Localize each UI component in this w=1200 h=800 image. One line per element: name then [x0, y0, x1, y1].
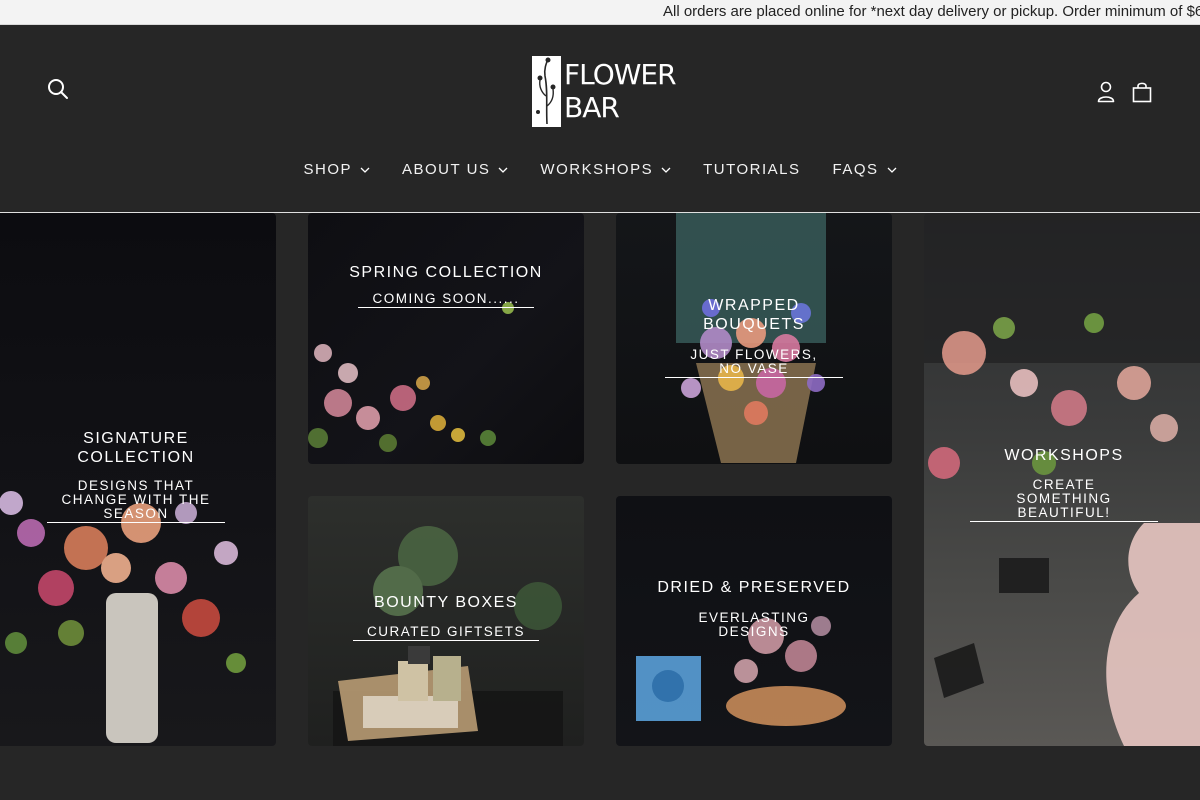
- chevron-down-icon: [661, 167, 671, 173]
- tile-bounty-boxes[interactable]: BOUNTY BOXES CURATED GIFTSETS: [308, 496, 584, 746]
- tile-link[interactable]: CURATED GIFTSETS: [352, 625, 539, 641]
- chevron-down-icon: [887, 167, 896, 173]
- site-header: FLOWER BAR SHOP ABOUT US WORKSHOPS TUTOR…: [0, 25, 1200, 213]
- brand-logo[interactable]: FLOWER BAR: [532, 56, 677, 128]
- nav-shop[interactable]: SHOP: [303, 161, 370, 178]
- tile-content: BOUNTY BOXES CURATED GIFTSETS: [308, 593, 584, 641]
- tile-title: WORKSHOPS: [1004, 447, 1124, 464]
- tile-content: WRAPPED BOUQUETS JUST FLOWERS, NO VASE: [616, 296, 892, 378]
- tile-title: SPRING COLLECTION: [349, 264, 543, 281]
- tile-signature-collection[interactable]: SIGNATURE COLLECTION DESIGNS THAT CHANGE…: [0, 213, 276, 746]
- tile-title: SIGNATURE COLLECTION: [77, 430, 195, 466]
- tile-dried-preserved[interactable]: DRIED & PRESERVED EVERLASTING DESIGNS: [616, 496, 892, 746]
- chevron-down-icon: [498, 167, 508, 173]
- tile-link[interactable]: COMING SOON......: [358, 292, 534, 308]
- tile-title: WRAPPED BOUQUETS: [703, 297, 805, 333]
- nav-label: SHOP: [303, 161, 352, 178]
- tile-title: DRIED & PRESERVED: [657, 579, 851, 596]
- tile-link[interactable]: DESIGNS THAT CHANGE WITH THE SEASON: [47, 479, 225, 523]
- chevron-down-icon: [360, 167, 370, 173]
- nav-faqs[interactable]: FAQS: [833, 161, 897, 178]
- tile-wrapped-bouquets[interactable]: WRAPPED BOUQUETS JUST FLOWERS, NO VASE: [616, 213, 892, 464]
- user-icon[interactable]: [1095, 80, 1117, 104]
- tile-link[interactable]: CREATE SOMETHING BEAUTIFUL!: [970, 478, 1158, 522]
- announcement-text: All orders are placed online for *next d…: [663, 3, 1200, 20]
- logo-mark: [532, 56, 561, 127]
- nav-tutorials[interactable]: TUTORIALS: [703, 161, 800, 178]
- nav-label: ABOUT US: [402, 161, 491, 178]
- announcement-bar: All orders are placed online for *next d…: [0, 0, 1200, 25]
- tile-content: DRIED & PRESERVED EVERLASTING DESIGNS: [616, 578, 892, 641]
- tile-link[interactable]: JUST FLOWERS, NO VASE: [665, 348, 843, 378]
- logo-line-2: BAR: [564, 91, 620, 124]
- search-icon[interactable]: [46, 77, 70, 101]
- nav-workshops[interactable]: WORKSHOPS: [540, 161, 671, 178]
- tile-content: SPRING COLLECTION COMING SOON......: [308, 263, 584, 308]
- main-nav: SHOP ABOUT US WORKSHOPS TUTORIALS FAQS: [0, 161, 1200, 178]
- tile-spring-collection[interactable]: SPRING COLLECTION COMING SOON......: [308, 213, 584, 464]
- tile-title: BOUNTY BOXES: [374, 594, 518, 611]
- logo-line-1: FLOWER: [564, 58, 677, 91]
- nav-label: FAQS: [832, 161, 879, 178]
- tile-content: SIGNATURE COLLECTION DESIGNS THAT CHANGE…: [0, 429, 276, 523]
- tile-link[interactable]: EVERLASTING DESIGNS: [680, 611, 828, 640]
- nav-label: TUTORIALS: [703, 161, 801, 178]
- tile-workshops[interactable]: WORKSHOPS CREATE SOMETHING BEAUTIFUL!: [924, 213, 1200, 746]
- shopping-bag-icon[interactable]: [1130, 80, 1154, 104]
- tile-image: [308, 302, 514, 452]
- tile-content: WORKSHOPS CREATE SOMETHING BEAUTIFUL!: [924, 446, 1200, 522]
- nav-about-us[interactable]: ABOUT US: [402, 161, 508, 178]
- nav-label: WORKSHOPS: [540, 161, 654, 178]
